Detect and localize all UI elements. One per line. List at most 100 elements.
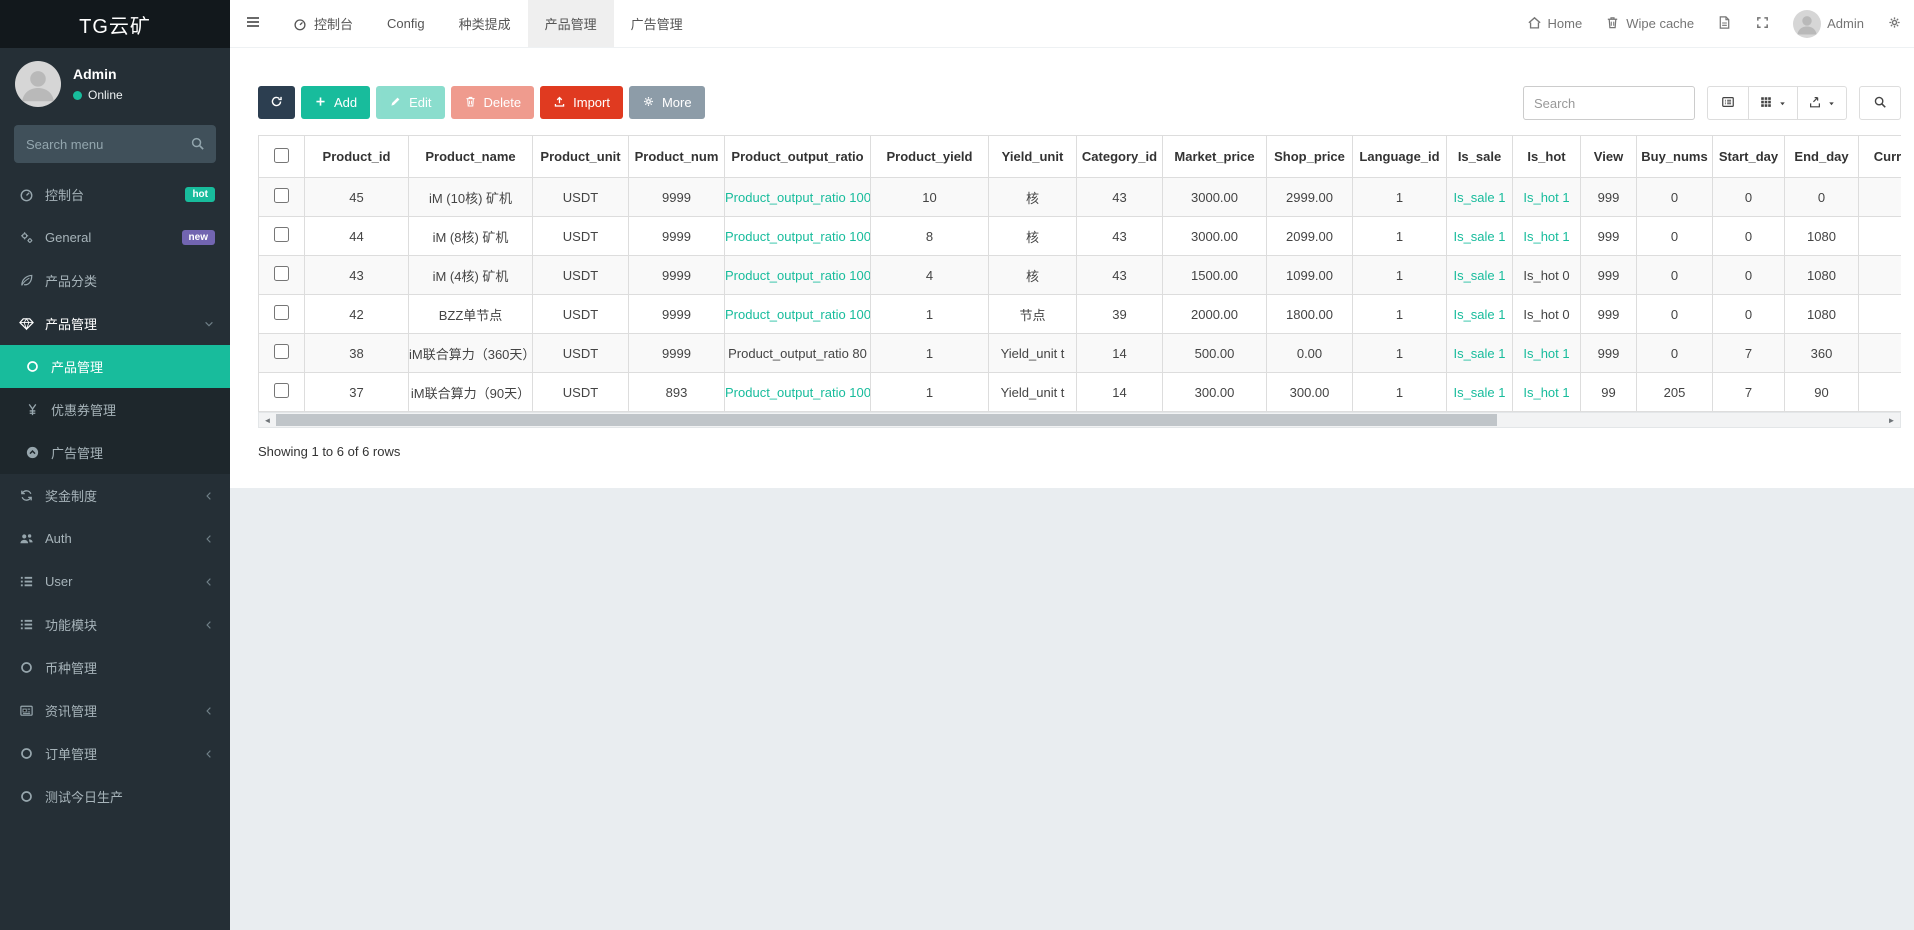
cell-link-Is_sale[interactable]: Is_sale 1 (1453, 229, 1505, 244)
cell-link-Product_output_ratio[interactable]: Product_output_ratio 100 (725, 229, 871, 244)
cell-link-Is_hot[interactable]: Is_hot 1 (1523, 346, 1569, 361)
fullscreen-button[interactable] (1755, 15, 1770, 33)
sidebar-item-测试今日生产[interactable]: 测试今日生产 (0, 775, 230, 818)
cell-Shop_price: 2999.00 (1267, 178, 1353, 217)
sidebar-item-币种管理[interactable]: 币种管理 (0, 646, 230, 689)
column-header-Product_id[interactable]: Product_id (305, 136, 409, 178)
tab-种类提成[interactable]: 种类提成 (442, 0, 528, 47)
cell-link-Product_output_ratio[interactable]: Product_output_ratio 100 (725, 190, 871, 205)
sidebar-item-优惠券管理[interactable]: 优惠券管理 (0, 388, 230, 431)
export-dropdown-button[interactable] (1797, 86, 1847, 120)
language-switch-button[interactable] (1717, 15, 1732, 33)
column-header-Product_output_ratio[interactable]: Product_output_ratio (725, 136, 871, 178)
refresh-button[interactable] (258, 86, 295, 119)
cell-link-Is_hot[interactable]: Is_hot 1 (1523, 190, 1569, 205)
sidebar-item-产品管理[interactable]: 产品管理 (0, 345, 230, 388)
edit-button[interactable]: Edit (376, 86, 444, 119)
table-search-input[interactable] (1523, 86, 1695, 120)
scrollbar-track[interactable] (276, 413, 1883, 427)
row-checkbox[interactable] (274, 227, 289, 242)
sidebar-toggle-button[interactable] (230, 0, 276, 47)
cell-Product_name: iM联合算力（90天） (409, 373, 533, 412)
table-row: 38iM联合算力（360天）USDT9999Product_output_rat… (259, 334, 1902, 373)
sidebar-item-功能模块[interactable]: 功能模块 (0, 603, 230, 646)
sidebar-item-奖金制度[interactable]: 奖金制度 (0, 474, 230, 517)
column-header-Buy_nums[interactable]: Buy_nums (1637, 136, 1713, 178)
settings-button[interactable] (1887, 15, 1902, 33)
import-button[interactable]: Import (540, 86, 623, 119)
tab-广告管理[interactable]: 广告管理 (614, 0, 700, 47)
column-header-End_day[interactable]: End_day (1785, 136, 1859, 178)
column-header-Market_price[interactable]: Market_price (1163, 136, 1267, 178)
cell-link-Product_output_ratio[interactable]: Product_output_ratio 100 (725, 385, 871, 400)
column-header-Product_yield[interactable]: Product_yield (871, 136, 989, 178)
cell-Market_price: 3000.00 (1163, 217, 1267, 256)
cell-link-Is_hot[interactable]: Is_hot 1 (1523, 385, 1569, 400)
tab-产品管理[interactable]: 产品管理 (528, 0, 614, 47)
paging-toggle-button[interactable] (1707, 86, 1749, 120)
row-checkbox[interactable] (274, 383, 289, 398)
cell-Buy_nums: 0 (1637, 295, 1713, 334)
cell-link-Is_hot[interactable]: Is_hot 1 (1523, 229, 1569, 244)
cell-Product_name: iM (8核) 矿机 (409, 217, 533, 256)
sidebar-item-广告管理[interactable]: 广告管理 (0, 431, 230, 474)
cell-Product_yield: 1 (871, 373, 989, 412)
cell-link-Is_sale[interactable]: Is_sale 1 (1453, 190, 1505, 205)
cell-link-Is_sale[interactable]: Is_sale 1 (1453, 385, 1505, 400)
cell-link-Product_output_ratio[interactable]: Product_output_ratio 100 (725, 307, 871, 322)
cell-link-Is_sale[interactable]: Is_sale 1 (1453, 346, 1505, 361)
sidebar-item-General[interactable]: Generalnew (0, 216, 230, 259)
scroll-left-arrow[interactable]: ◄ (259, 413, 276, 427)
cell-link-Is_sale[interactable]: Is_sale 1 (1453, 268, 1505, 283)
sidebar-search-input[interactable] (14, 125, 216, 163)
sidebar-item-资讯管理[interactable]: 资讯管理 (0, 689, 230, 732)
admin-label: Admin (1827, 16, 1864, 31)
sidebar-item-Auth[interactable]: Auth (0, 517, 230, 560)
cell-Product_num: 9999 (629, 178, 725, 217)
sidebar-item-User[interactable]: User (0, 560, 230, 603)
horizontal-scrollbar[interactable]: ◄ ► (258, 412, 1901, 428)
gears-icon (19, 230, 36, 245)
row-checkbox[interactable] (274, 305, 289, 320)
delete-button[interactable]: Delete (451, 86, 535, 119)
column-header-Is_sale[interactable]: Is_sale (1447, 136, 1513, 178)
cell-Market_price: 2000.00 (1163, 295, 1267, 334)
add-button[interactable]: Add (301, 86, 370, 119)
cell-link-Product_output_ratio[interactable]: Product_output_ratio 100 (725, 268, 871, 283)
admin-menu-button[interactable]: Admin (1793, 10, 1864, 38)
column-header-Language_id[interactable]: Language_id (1353, 136, 1447, 178)
column-header-Product_unit[interactable]: Product_unit (533, 136, 629, 178)
scroll-right-arrow[interactable]: ► (1883, 413, 1900, 427)
row-checkbox[interactable] (274, 188, 289, 203)
column-header-Curr[interactable]: Curr (1859, 136, 1902, 178)
column-header-Shop_price[interactable]: Shop_price (1267, 136, 1353, 178)
column-header-Product_name[interactable]: Product_name (409, 136, 533, 178)
column-header-Start_day[interactable]: Start_day (1713, 136, 1785, 178)
wipe-cache-button[interactable]: Wipe cache (1605, 15, 1694, 33)
scrollbar-thumb[interactable] (276, 414, 1497, 426)
tab-label: 控制台 (314, 14, 353, 33)
cell-link-Is_sale[interactable]: Is_sale 1 (1453, 307, 1505, 322)
cell-Product_unit: USDT (533, 295, 629, 334)
column-header-Product_num[interactable]: Product_num (629, 136, 725, 178)
sidebar-item-产品分类[interactable]: 产品分类 (0, 259, 230, 302)
select-all-checkbox[interactable] (274, 148, 289, 163)
tab-控制台[interactable]: 控制台 (276, 0, 370, 47)
column-header-Category_id[interactable]: Category_id (1077, 136, 1163, 178)
search-icon[interactable] (190, 136, 205, 151)
sidebar-item-产品管理[interactable]: 产品管理 (0, 302, 230, 345)
row-checkbox[interactable] (274, 266, 289, 281)
brand-logo[interactable]: TG云矿 (0, 0, 230, 48)
more-button[interactable]: More (629, 86, 705, 119)
home-button[interactable]: Home (1527, 15, 1583, 33)
columns-dropdown-button[interactable] (1748, 86, 1798, 120)
column-header-Yield_unit[interactable]: Yield_unit (989, 136, 1077, 178)
cell-End_day: 1080 (1785, 256, 1859, 295)
column-header-Is_hot[interactable]: Is_hot (1513, 136, 1581, 178)
tab-Config[interactable]: Config (370, 0, 442, 47)
row-checkbox[interactable] (274, 344, 289, 359)
column-header-View[interactable]: View (1581, 136, 1637, 178)
sidebar-item-订单管理[interactable]: 订单管理 (0, 732, 230, 775)
sidebar-item-控制台[interactable]: 控制台hot (0, 173, 230, 216)
search-toggle-button[interactable] (1859, 86, 1901, 120)
